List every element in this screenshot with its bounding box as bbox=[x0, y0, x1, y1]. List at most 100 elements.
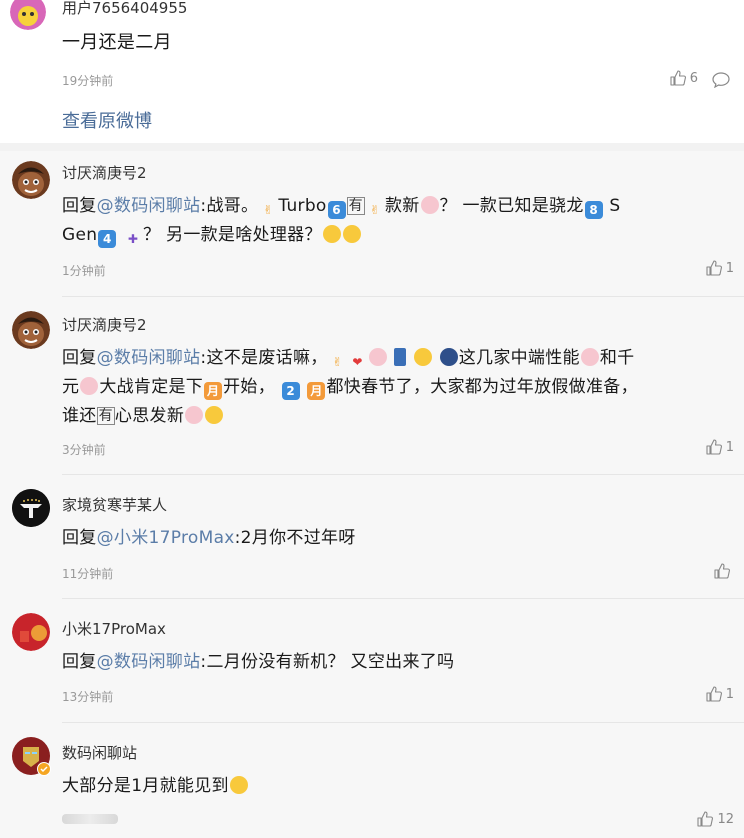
top-comment: 用户7656404955 一月还是二月 19分钟前 6 查看原微博 bbox=[0, 0, 744, 143]
reply-username[interactable]: 小米17ProMax bbox=[62, 618, 166, 639]
reply-text-segment: :二月份没有新机？ 又空出来了吗 bbox=[200, 652, 455, 672]
thumbs-up-icon bbox=[670, 70, 686, 86]
thumbs-up-icon bbox=[706, 686, 722, 702]
list-item: 数码闲聊站 大部分是1月就能见到 12 bbox=[0, 723, 744, 838]
reply-time: 13分钟前 bbox=[62, 690, 114, 704]
cat-face-emoji bbox=[342, 225, 361, 243]
avatar[interactable] bbox=[10, 0, 46, 30]
like-button[interactable]: 1 bbox=[706, 439, 734, 455]
list-item: 讨厌滴庚号2 回复@数码闲聊站:战哥。 ✌ Turbo 6 有 ✌ 款新？ 一款已知是骁龙 8… bbox=[0, 151, 744, 297]
mention-link[interactable]: @小米17ProMax bbox=[97, 528, 235, 548]
chicken-emoji bbox=[80, 377, 99, 395]
reply-text-segment: 元 bbox=[62, 377, 80, 397]
list-item: 家境贫寒芋某人 回复@小米17ProMax:2月你不过年呀 11分钟前 bbox=[0, 475, 744, 599]
chicken-emoji bbox=[580, 348, 599, 366]
dog-face-emoji bbox=[414, 348, 432, 366]
reply-text-segment: 这几家中端性能 bbox=[458, 348, 580, 368]
mention-link[interactable]: @数码闲聊站 bbox=[97, 196, 201, 216]
jeans-emoji bbox=[394, 348, 407, 366]
you-char-emoji: 有 bbox=[346, 197, 365, 215]
avatar[interactable] bbox=[12, 737, 51, 776]
like-count: 12 bbox=[717, 811, 734, 827]
reply-text-segment: Gen bbox=[62, 225, 98, 245]
avatar[interactable] bbox=[12, 613, 50, 651]
calendar-month-emoji: 月 bbox=[204, 382, 223, 400]
gear-face-emoji bbox=[439, 348, 458, 366]
reply-text-segment: ？ 另一款是啥处理器？ bbox=[143, 225, 322, 245]
thinking-face-emoji bbox=[205, 406, 224, 424]
reply-time: 1分钟前 bbox=[62, 264, 106, 278]
chicken-emoji bbox=[420, 196, 439, 214]
avatar[interactable] bbox=[12, 489, 50, 527]
reply-text: 回复@数码闲聊站:这不是废话嘛， ✌ ❤ 这几家中端性能 和千元大战肯定是下月开始， … bbox=[62, 344, 732, 431]
keycap-six-emoji: 6 bbox=[327, 201, 346, 219]
reply-text: 大部分是1月就能见到 bbox=[62, 772, 732, 801]
comment-username[interactable]: 用户7656404955 bbox=[62, 0, 187, 18]
section-divider bbox=[0, 143, 744, 151]
reply-text: 回复@小米17ProMax:2月你不过年呀 bbox=[62, 524, 732, 553]
victory-hand-emoji: ✌ bbox=[332, 355, 343, 369]
chicken-emoji bbox=[185, 406, 204, 424]
reply-time: 3分钟前 bbox=[62, 443, 106, 457]
reply-text-segment: :2月你不过年呀 bbox=[234, 528, 356, 548]
like-count: 6 bbox=[689, 70, 698, 86]
you-char-emoji: 有 bbox=[96, 407, 115, 425]
like-button[interactable]: 1 bbox=[706, 686, 734, 702]
victory-hand-emoji: ✌ bbox=[369, 203, 381, 217]
reply-username[interactable]: 讨厌滴庚号2 bbox=[62, 314, 147, 335]
like-button[interactable]: 1 bbox=[706, 260, 734, 276]
like-count: 1 bbox=[725, 260, 734, 276]
reply-text-segment: ？ 一款已知是骁龙 bbox=[439, 196, 584, 216]
like-button[interactable] bbox=[714, 563, 734, 579]
reply-text-segment: 款新 bbox=[384, 196, 420, 216]
reply-text-segment: 大战肯定是下 bbox=[99, 377, 204, 397]
plus-emoji: ✚ bbox=[127, 232, 139, 246]
reply-prefix: 回复 bbox=[62, 528, 97, 548]
comment-icon[interactable] bbox=[712, 72, 730, 92]
thumbs-up-icon bbox=[697, 811, 714, 827]
reply-time: 11分钟前 bbox=[62, 567, 114, 581]
comment-text: 一月还是二月 bbox=[62, 32, 172, 53]
reply-text-segment: S bbox=[609, 196, 621, 216]
reply-text-segment: 心思发新 bbox=[114, 406, 185, 426]
keycap-two-emoji: 2 bbox=[281, 382, 300, 400]
reply-text: 回复@数码闲聊站:战哥。 ✌ Turbo 6 有 ✌ 款新？ 一款已知是骁龙 8 S Gen 4 … bbox=[62, 192, 732, 250]
reply-text-segment: :战哥。 bbox=[200, 196, 259, 216]
reply-text-segment: :这不是废话嘛， bbox=[200, 348, 328, 368]
view-original-link[interactable]: 查看原微博 bbox=[62, 107, 152, 133]
thumbs-up-icon bbox=[706, 260, 722, 276]
reply-username[interactable]: 讨厌滴庚号2 bbox=[62, 162, 147, 183]
reply-text-segment: 和千 bbox=[599, 348, 635, 368]
smirk-face-emoji bbox=[322, 225, 341, 243]
pig-face-emoji bbox=[368, 348, 387, 366]
reply-prefix: 回复 bbox=[62, 652, 97, 672]
comment-time: 19分钟前 bbox=[62, 74, 114, 88]
list-item: 讨厌滴庚号2 回复@数码闲聊站:这不是废话嘛， ✌ ❤ 这几家中端性能 和千元大战肯定… bbox=[0, 297, 744, 475]
avatar[interactable] bbox=[12, 161, 50, 199]
like-button[interactable]: 6 bbox=[670, 70, 698, 86]
thumbs-up-icon bbox=[714, 563, 730, 579]
mention-link[interactable]: @数码闲聊站 bbox=[97, 652, 201, 672]
like-count: 1 bbox=[725, 686, 734, 702]
heart-emoji: ❤ bbox=[352, 355, 363, 369]
reply-text-segment: 大部分是1月就能见到 bbox=[62, 776, 229, 796]
reply-username[interactable]: 数码闲聊站 bbox=[62, 742, 137, 763]
reply-text-segment: 开始， bbox=[223, 377, 276, 397]
keycap-eight-emoji: 8 bbox=[584, 201, 603, 219]
glasses-face-emoji bbox=[229, 776, 248, 794]
mention-link[interactable]: @数码闲聊站 bbox=[97, 348, 201, 368]
reply-text-segment: 谁还 bbox=[62, 406, 97, 426]
avatar[interactable] bbox=[12, 311, 50, 349]
verified-badge-icon bbox=[37, 762, 51, 776]
reply-text: 回复@数码闲聊站:二月份没有新机？ 又空出来了吗 bbox=[62, 648, 732, 677]
calendar-month-emoji: 月 bbox=[307, 382, 326, 400]
reply-time-blurred bbox=[62, 814, 118, 824]
reply-text-segment: 都快春节了，大家都为过年放假做准备， bbox=[326, 377, 638, 397]
victory-hand-emoji: ✌ bbox=[263, 203, 274, 217]
reply-prefix: 回复 bbox=[62, 348, 97, 368]
like-button[interactable]: 12 bbox=[697, 811, 734, 827]
reply-username[interactable]: 家境贫寒芋某人 bbox=[62, 494, 167, 515]
reply-text-segment: Turbo bbox=[278, 196, 327, 216]
keycap-four-emoji: 4 bbox=[98, 230, 117, 248]
reply-list: 讨厌滴庚号2 回复@数码闲聊站:战哥。 ✌ Turbo 6 有 ✌ 款新？ 一款已知是骁龙 8… bbox=[0, 151, 744, 838]
